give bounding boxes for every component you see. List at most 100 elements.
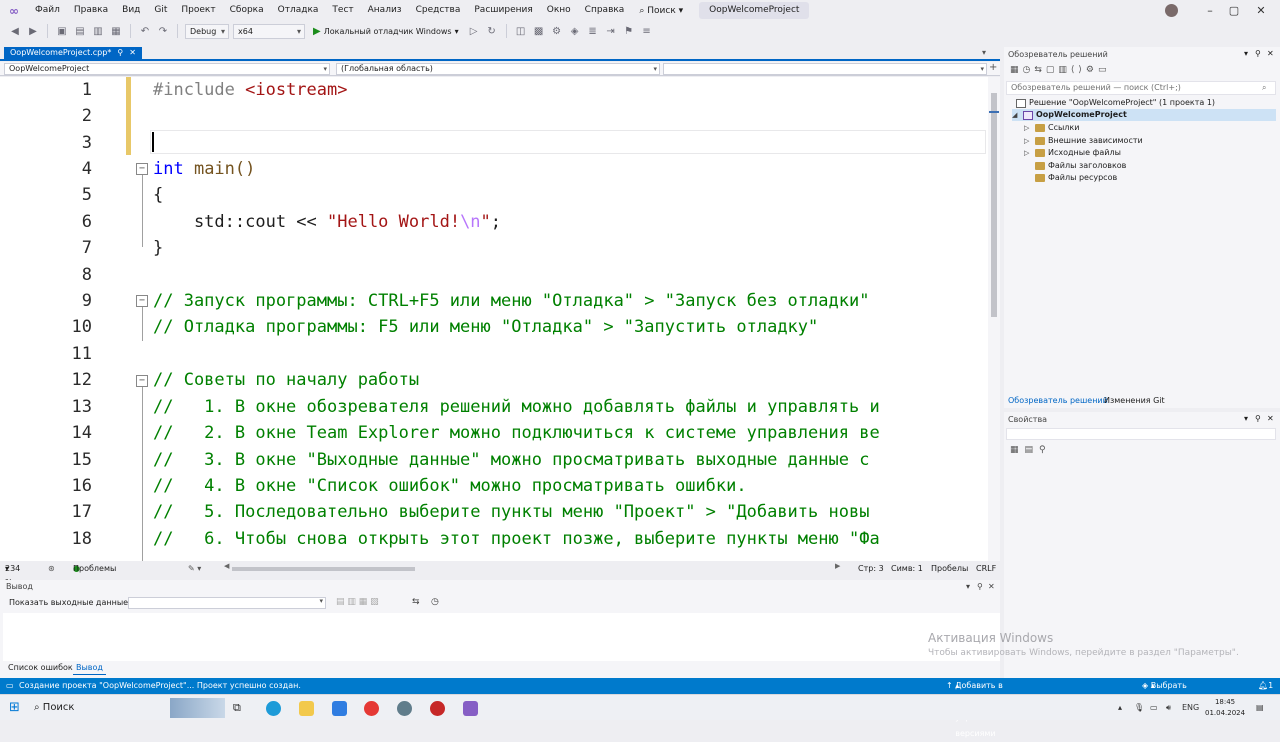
file-explorer-icon[interactable] [299, 701, 314, 716]
tree-item-source-files[interactable]: ▷ Исходные файлы [1024, 147, 1121, 159]
brush-icon[interactable]: ✎ ▾ [188, 562, 201, 576]
tab-git-changes[interactable]: Изменения Git [1104, 395, 1165, 407]
panel-dropdown-icon[interactable]: ▾ [1244, 414, 1248, 423]
pin-icon[interactable]: ⚲ [117, 47, 123, 59]
app-icon[interactable] [397, 701, 412, 716]
indent-icon[interactable]: ⇥ [604, 24, 618, 38]
save-all-icon[interactable]: ▦ [109, 24, 123, 38]
notification-center-icon[interactable]: ▤ [1256, 695, 1264, 721]
split-icon[interactable]: + [989, 62, 997, 73]
open-file-icon[interactable]: ▤ [73, 24, 87, 38]
scroll-left-icon[interactable]: ◀ [224, 562, 229, 570]
close-icon[interactable]: ✕ [988, 580, 995, 593]
maximize-icon[interactable]: ▢ [1220, 0, 1248, 21]
pin-icon[interactable]: ⚲ [1255, 49, 1261, 58]
visual-studio-task-icon[interactable] [463, 701, 478, 716]
yandex-browser-icon[interactable] [364, 701, 379, 716]
close-icon[interactable]: ✕ [1267, 49, 1274, 58]
close-icon[interactable]: ✕ [1267, 414, 1274, 423]
start-debugging-button[interactable]: ▶ Локальный отладчик Windows ▾ [309, 26, 463, 37]
menu-test[interactable]: Тест [325, 0, 360, 21]
line-ending-indicator[interactable]: CRLF [976, 562, 996, 576]
scroll-right-icon[interactable]: ▶ [835, 562, 840, 570]
platform-select[interactable]: x64 [233, 23, 305, 39]
panel-dropdown-icon[interactable]: ▾ [966, 580, 970, 593]
scope-nav-select[interactable]: (Глобальная область) [336, 63, 660, 75]
windows-start-icon[interactable]: ⊞ [9, 700, 20, 715]
tab-error-list[interactable]: Список ошибок [5, 662, 76, 674]
code-editor[interactable]: − − − 1 #include <iostream> 2 3 4 int main… [0, 77, 1000, 561]
undo-icon[interactable]: ↶ [138, 24, 152, 38]
intellicode-icon[interactable]: ⊛ [48, 562, 55, 576]
tab-solution-explorer[interactable]: Обозреватель решений [1008, 395, 1108, 407]
add-to-source-control-button[interactable]: ↑ Добавить в систему управления версиями… [946, 678, 1005, 738]
column-indicator[interactable]: Симв: 1 [891, 562, 923, 576]
collapsed-triangle-icon[interactable]: ▷ [1024, 122, 1032, 134]
menu-tools[interactable]: Средства [409, 0, 468, 21]
comment-icon[interactable]: ≡ [640, 24, 654, 38]
tab-output[interactable]: Вывод [73, 662, 106, 675]
output-source-select[interactable] [128, 597, 326, 609]
properties-object-select[interactable] [1006, 428, 1276, 440]
tree-item-external-deps[interactable]: ▷ Внешние зависимости [1024, 135, 1143, 147]
clock[interactable]: 18:45 01.04.2024 [1205, 697, 1245, 719]
network-icon[interactable]: ▭ [1150, 695, 1158, 721]
task-view-icon[interactable]: ⧉ [233, 701, 241, 715]
edge-icon[interactable] [266, 701, 281, 716]
menu-help[interactable]: Справка [578, 0, 632, 21]
language-indicator[interactable]: ENG [1182, 695, 1199, 721]
tree-item-resource-files[interactable]: Файлы ресурсов [1024, 172, 1117, 184]
collapsed-triangle-icon[interactable]: ▷ [1024, 135, 1032, 147]
tab-list-chevron-icon[interactable]: ▾ [982, 48, 986, 57]
volume-icon[interactable]: 🔊︎ [1166, 695, 1171, 721]
member-nav-select[interactable] [663, 63, 987, 75]
tab-oopwelcomeproject-cpp[interactable]: OopWelcomeProject.cpp* ⚲ ✕ [4, 47, 142, 59]
visual-studio-logo-icon[interactable]: ∞ [0, 0, 28, 21]
pin-icon[interactable]: ⚲ [977, 580, 983, 593]
zoom-level-select[interactable]: 234 % ▾ [5, 562, 20, 587]
redo-icon[interactable]: ↷ [156, 24, 170, 38]
menu-project[interactable]: Проект [174, 0, 222, 21]
browse-icon[interactable]: ◫ [514, 24, 528, 38]
forward-icon[interactable]: ▶ [26, 24, 40, 38]
layout-icon[interactable]: ▩ [532, 24, 546, 38]
expanded-triangle-icon[interactable]: ◢ [1012, 109, 1020, 121]
tray-overflow-icon[interactable]: ▴ [1118, 695, 1122, 721]
pin-icon[interactable]: ⚲ [1255, 414, 1261, 423]
solution-explorer-toolbar-icons[interactable]: ▦◷⇆▢▥⟨⟩⚙▭ [1010, 65, 1111, 75]
line-indicator[interactable]: Стр: 3 [858, 562, 884, 576]
microphone-icon[interactable]: 🎙︎ [1134, 695, 1144, 721]
breakpoint-icon[interactable]: ◈ [568, 24, 582, 38]
bookmark-icon[interactable]: ⚑ [622, 24, 636, 38]
editor-vertical-scrollbar[interactable] [988, 77, 1000, 561]
notifications-button[interactable]: 🔔︎ 1 [1258, 678, 1273, 694]
scrollbar-thumb[interactable] [232, 567, 415, 571]
project-nav-select[interactable]: OopWelcomeProject [4, 63, 330, 75]
output-toolbar-icons[interactable]: ▤ ▥ ▦ ▧ [336, 597, 379, 607]
select-repository-button[interactable]: ◈ Выбрать репозиторий ▴ [1142, 678, 1205, 706]
menu-edit[interactable]: Правка [67, 0, 115, 21]
close-tab-icon[interactable]: ✕ [129, 47, 136, 59]
menu-view[interactable]: Вид [115, 0, 147, 21]
start-without-debugging-icon[interactable]: ▷ [467, 24, 481, 38]
output-text-area[interactable] [3, 613, 1000, 661]
solution-search-input[interactable]: Обозреватель решений — поиск (Ctrl+;) ⌕ [1006, 81, 1276, 95]
save-icon[interactable]: ▥ [91, 24, 105, 38]
whitespace-indicator[interactable]: Пробелы [931, 562, 968, 576]
tree-solution[interactable]: Решение "OopWelcomeProject" (1 проекта 1… [1016, 97, 1215, 109]
store-icon[interactable] [332, 701, 347, 716]
tree-item-header-files[interactable]: Файлы заголовков [1024, 160, 1126, 172]
properties-toolbar-icons[interactable]: ▦▤⚲ [1010, 445, 1052, 455]
diagnostics-icon[interactable]: ⚙ [550, 24, 564, 38]
new-project-icon[interactable]: ▣ [55, 24, 69, 38]
collapsed-triangle-icon[interactable]: ▷ [1024, 147, 1032, 159]
taskbar-search[interactable]: ⌕ Поиск [34, 700, 74, 716]
account-avatar[interactable] [1165, 4, 1178, 17]
scrollbar-thumb[interactable] [991, 93, 997, 317]
menu-debug[interactable]: Отладка [271, 0, 326, 21]
word-wrap-icon[interactable]: ⇆ [412, 597, 420, 607]
back-icon[interactable]: ◀ [8, 24, 22, 38]
menu-file[interactable]: Файл [28, 0, 67, 21]
hot-reload-icon[interactable]: ↻ [485, 24, 499, 38]
menu-extensions[interactable]: Расширения [467, 0, 539, 21]
